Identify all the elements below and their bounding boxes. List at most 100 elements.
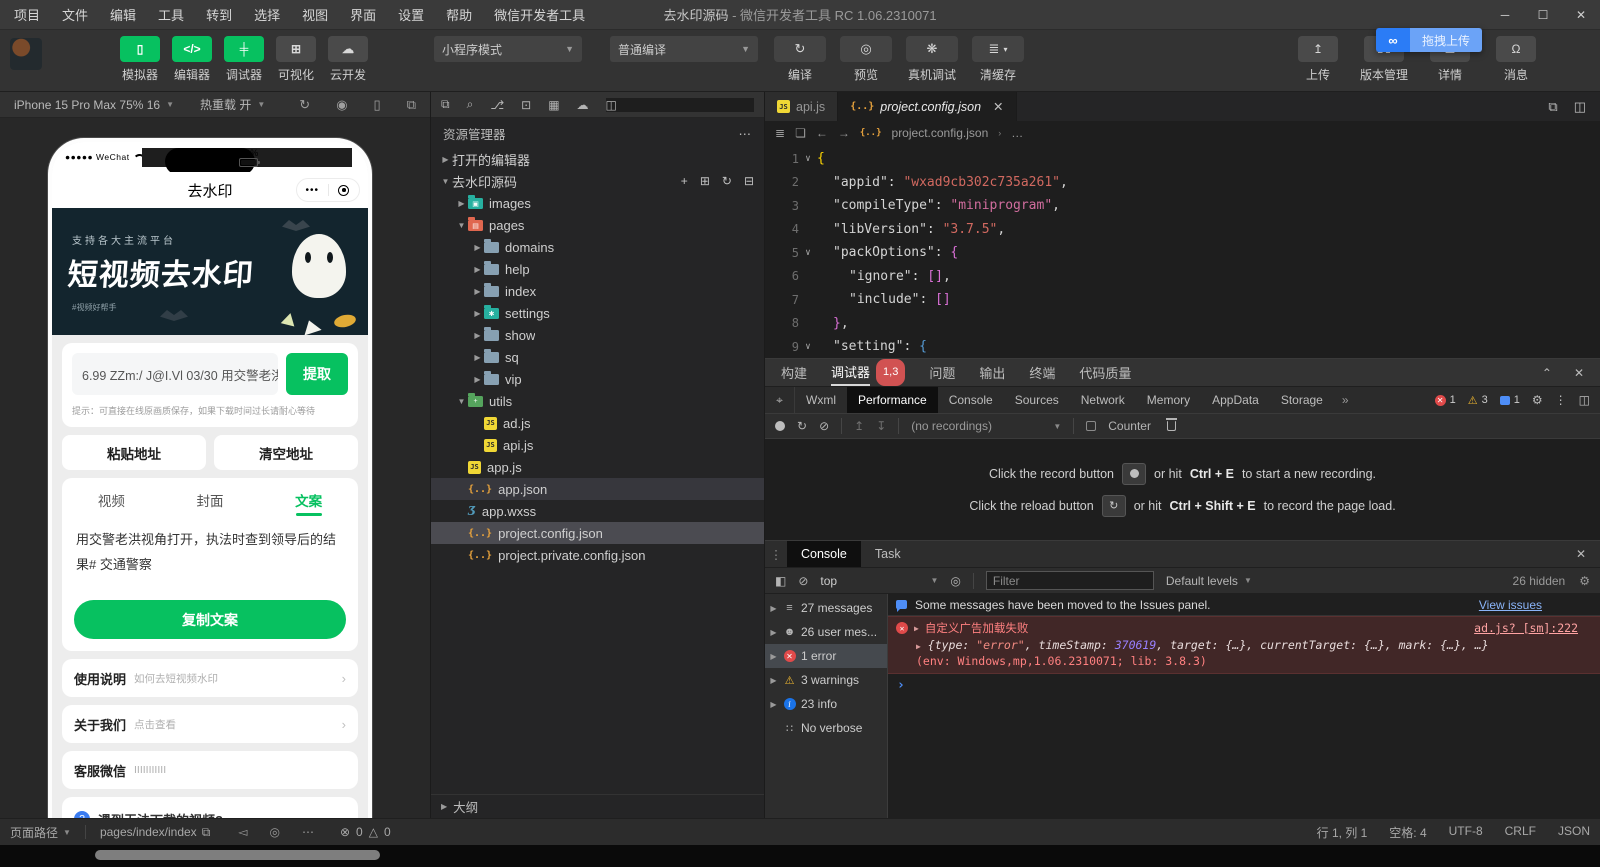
outline-icon[interactable]: ≣ [775, 126, 785, 140]
panel-tab-终端[interactable]: 终端 [1029, 359, 1055, 386]
rotate-icon[interactable]: ↻ [299, 97, 310, 113]
list-item[interactable]: 客服微信IIIIIIIIIII [62, 751, 358, 789]
exit-button[interactable] [329, 185, 360, 196]
panel-tab-构建[interactable]: 构建 [781, 359, 807, 386]
tree-item-index[interactable]: ▶index [431, 280, 764, 302]
tree-item-settings[interactable]: ▶settings [431, 302, 764, 324]
maximize-button[interactable]: ☐ [1524, 0, 1562, 30]
extensions-icon[interactable]: ▦ [548, 98, 559, 112]
toolbar-button-cloud-dev[interactable]: ☁云开发 [326, 36, 370, 83]
eye-icon[interactable]: ◎ [950, 574, 960, 588]
devtools-tab-sources[interactable]: Sources [1004, 387, 1070, 413]
sidebar-toggle-icon[interactable]: ◧ [775, 574, 786, 588]
panel-tab-问题[interactable]: 问题 [929, 359, 955, 386]
close-icon[interactable]: ✕ [1576, 547, 1586, 561]
tab-封面[interactable]: 封面 [161, 478, 260, 522]
tree-item-project.config.json[interactable]: {..}project.config.json [431, 522, 764, 544]
tree-item-app.wxss[interactable]: Ʒapp.wxss [431, 500, 764, 522]
toolbar-button-upload[interactable]: ↥上传 [1292, 36, 1344, 83]
menu-item[interactable]: 视图 [302, 5, 328, 24]
device-selector[interactable]: iPhone 15 Pro Max 75% 16 [14, 98, 160, 112]
toolbar-button-simulator[interactable]: ▯模拟器 [118, 36, 162, 83]
tree-item-app.json[interactable]: {..}app.json [431, 478, 764, 500]
panel-tab-代码质量[interactable]: 代码质量 [1079, 359, 1131, 386]
toolbar-button-visualizer[interactable]: ⊞可视化 [274, 36, 318, 83]
clear-address-button[interactable]: 清空地址 [214, 435, 358, 470]
close-tab-icon[interactable]: ✕ [993, 99, 1003, 114]
close-button[interactable]: ✕ [1562, 0, 1600, 30]
layout-icon[interactable]: ◫ [606, 98, 754, 112]
code-editor[interactable]: 1∨{2"appid": "wxad9cb302c735a261",3"comp… [765, 145, 1600, 358]
list-item[interactable]: 关于我们点击查看› [62, 705, 358, 743]
miniprogram-mode-dropdown[interactable]: 小程序模式▼ [434, 36, 582, 62]
chevron-right-icon[interactable]: ▶ [914, 624, 919, 633]
console-prompt[interactable]: › [888, 674, 1600, 696]
console-filter-list[interactable]: ▶≡27 messages [765, 596, 887, 620]
collapse-panel-icon[interactable]: ⌃ [1542, 366, 1552, 380]
current-page-path[interactable]: pages/index/index⧉ [100, 825, 210, 840]
copy-text-button[interactable]: 复制文案 [74, 600, 346, 639]
clear-console-icon[interactable]: ⊘ [798, 574, 808, 588]
inspect-icon[interactable]: ⌖ [765, 387, 795, 413]
chevron-right-icon[interactable]: ▶ [916, 642, 921, 651]
toolbar-button-editor[interactable]: </>编辑器 [170, 36, 214, 83]
devtools-tab-wxml[interactable]: Wxml [795, 387, 847, 413]
outline-section[interactable]: ▶ 大纲 [431, 794, 764, 818]
clear-icon[interactable]: ⊘ [819, 419, 829, 433]
devtools-tab-network[interactable]: Network [1070, 387, 1136, 413]
menu-item[interactable]: 界面 [350, 5, 376, 24]
load-profile-icon[interactable]: ↥ [854, 419, 864, 433]
drag-handle-icon[interactable]: ⋮ [765, 541, 787, 567]
settings-gear-icon[interactable]: ⚙ [1579, 574, 1590, 588]
more-actions-icon[interactable]: ⋯ [739, 126, 753, 141]
tree-item-api.js[interactable]: JSapi.js [431, 434, 764, 456]
devtools-tab-console[interactable]: Console [938, 387, 1004, 413]
menu-item[interactable]: 工具 [158, 5, 184, 24]
statusbar-item[interactable]: CRLF [1505, 824, 1536, 841]
eye-icon[interactable]: ◎ [270, 825, 280, 839]
console-filter-error[interactable]: ▶✕1 error [765, 644, 887, 668]
collapse-all-icon[interactable]: ⊟ [744, 174, 754, 188]
tree-item-images[interactable]: ▶images [431, 192, 764, 214]
panel-tab-调试器[interactable]: 调试器1,3 [831, 359, 905, 386]
bookmark-icon[interactable]: ❏ [795, 126, 806, 140]
error-source-link[interactable]: ad.js? [sm]:222 [1474, 621, 1592, 635]
compile-mode-dropdown[interactable]: 普通编译▼ [610, 36, 758, 62]
tree-item-help[interactable]: ▶help [431, 258, 764, 280]
tree-item-project.private.config.json[interactable]: {..}project.private.config.json [431, 544, 764, 566]
devtools-tab-storage[interactable]: Storage [1270, 387, 1334, 413]
toolbar-button-debugger[interactable]: ╪调试器 [222, 36, 266, 83]
toolbar-button-remote-debug[interactable]: ❋真机调试 [904, 36, 960, 83]
recordings-dropdown[interactable]: (no recordings)▼ [911, 419, 1061, 433]
counter-checkbox[interactable] [1086, 421, 1096, 431]
tree-item-sq[interactable]: ▶sq [431, 346, 764, 368]
tree-item--[interactable]: ▼去水印源码+⊞↻⊟ [431, 170, 764, 192]
context-dropdown[interactable]: top▼ [820, 574, 938, 588]
more-menu-button[interactable]: ••• [297, 185, 328, 196]
tree-item-pages[interactable]: ▼pages [431, 214, 764, 236]
open-changes-icon[interactable]: ⧉ [1548, 99, 1557, 115]
toolbar-button-messages[interactable]: Ω消息 [1490, 36, 1542, 83]
console-filter-warning[interactable]: ▶⚠3 warnings [765, 668, 887, 692]
menu-item[interactable]: 选择 [254, 5, 280, 24]
devtools-tab-memory[interactable]: Memory [1136, 387, 1201, 413]
statusbar-item[interactable]: JSON [1558, 824, 1590, 841]
menu-item[interactable]: 文件 [62, 5, 88, 24]
tree-item-show[interactable]: ▶show [431, 324, 764, 346]
copy-icon[interactable]: ⧉ [202, 825, 211, 840]
page-path-selector[interactable]: 页面路径▼ [10, 824, 71, 841]
paste-address-button[interactable]: 粘贴地址 [62, 435, 206, 470]
statusbar-item[interactable]: 空格: 4 [1389, 824, 1426, 841]
console-tab-task[interactable]: Task [861, 541, 915, 567]
reload-icon[interactable]: ↻ [797, 419, 807, 433]
record-icon[interactable]: ◉ [336, 97, 347, 113]
menu-item[interactable]: 编辑 [110, 5, 136, 24]
console-filter-verbose[interactable]: ∷No verbose [765, 716, 887, 740]
panel-tab-输出[interactable]: 输出 [979, 359, 1005, 386]
tree-item-app.js[interactable]: JSapp.js [431, 456, 764, 478]
hot-reload-toggle[interactable]: 热重载 开 [200, 96, 251, 113]
multi-window-icon[interactable]: ⧉ [407, 97, 416, 113]
console-filter-user[interactable]: ▶☻26 user mes... [765, 620, 887, 644]
back-icon[interactable]: ← [816, 126, 828, 140]
debug-icon[interactable]: ⊡ [521, 98, 531, 112]
